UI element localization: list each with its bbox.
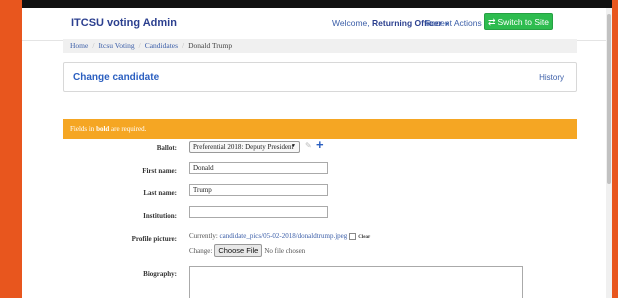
biography-textarea[interactable] xyxy=(189,266,523,298)
breadcrumb-separator: / xyxy=(138,41,141,50)
scrollbar-thumb[interactable] xyxy=(607,14,611,184)
choose-file-button[interactable]: Choose File xyxy=(214,244,263,257)
ballot-value: Preferential 2018: Deputy President xyxy=(193,143,294,151)
required-fields-alert: Fields in bold are required. xyxy=(63,119,577,139)
brand-title[interactable]: ITCSU voting Admin xyxy=(71,17,177,29)
switch-to-site-label: Switch to Site xyxy=(497,17,550,27)
change-file-line: Change: Choose File No file chosen xyxy=(189,244,305,257)
last-name-label: Last name: xyxy=(143,189,177,197)
page-title: Change candidate xyxy=(73,72,160,83)
switch-to-site-button[interactable]: ⇄ Switch to Site xyxy=(484,13,553,30)
currently-label: Currently: xyxy=(189,232,218,240)
ballot-select[interactable]: Preferential 2018: Deputy President ▼ xyxy=(189,141,300,153)
breadcrumb: Home / Itcsu Voting / Candidates / Donald Trum… xyxy=(63,39,577,53)
admin-window: ITCSU voting Admin Welcome, Returning Of… xyxy=(22,8,612,298)
ballot-label: Ballot: xyxy=(156,144,177,152)
pencil-icon[interactable]: ✎ xyxy=(305,141,312,150)
breadcrumb-separator: / xyxy=(182,41,185,50)
breadcrumb-home[interactable]: Home xyxy=(70,41,88,50)
change-label: Change: xyxy=(189,247,213,255)
history-link[interactable]: History xyxy=(539,73,564,82)
clear-label: Clear xyxy=(358,235,371,240)
breadcrumb-app[interactable]: Itcsu Voting xyxy=(98,41,134,50)
navbar: ITCSU voting Admin Welcome, Returning Of… xyxy=(22,8,606,41)
biography-label: Biography: xyxy=(143,270,177,278)
recent-actions-menu[interactable]: Recent Actions▼ xyxy=(425,18,490,28)
profile-picture-label: Profile picture: xyxy=(131,235,177,243)
institution-label: Institution: xyxy=(143,212,177,220)
breadcrumb-separator: / xyxy=(92,41,95,50)
switch-arrows-icon: ⇄ xyxy=(487,17,496,27)
breadcrumb-model[interactable]: Candidates xyxy=(145,41,178,50)
page-header-panel: Change candidate History xyxy=(63,62,577,92)
current-file-link[interactable]: candidate_pics/05-02-2018/donaldtrump.jp… xyxy=(220,232,348,240)
alert-prefix: Fields in xyxy=(70,125,97,133)
last-name-field[interactable]: Trump xyxy=(189,184,328,196)
welcome-prefix: Welcome, xyxy=(332,18,372,28)
alert-bold: bold xyxy=(96,125,110,133)
plus-icon[interactable]: + xyxy=(316,137,324,152)
first-name-label: First name: xyxy=(142,167,177,175)
current-file-line: Currently: candidate_pics/05-02-2018/don… xyxy=(189,232,370,240)
frame-right-edge xyxy=(612,0,618,298)
breadcrumb-current: Donald Trump xyxy=(188,41,233,50)
caret-down-icon: ▼ xyxy=(291,144,296,149)
institution-field[interactable] xyxy=(189,206,328,218)
clear-checkbox[interactable] xyxy=(349,232,357,240)
alert-suffix: are required. xyxy=(109,125,147,133)
scrollbar[interactable] xyxy=(606,8,612,298)
first-name-field[interactable]: Donald xyxy=(189,162,328,174)
frame-left-edge xyxy=(0,0,22,298)
recent-actions-label: Recent Actions xyxy=(425,18,482,28)
no-file-text: No file chosen xyxy=(264,247,306,255)
